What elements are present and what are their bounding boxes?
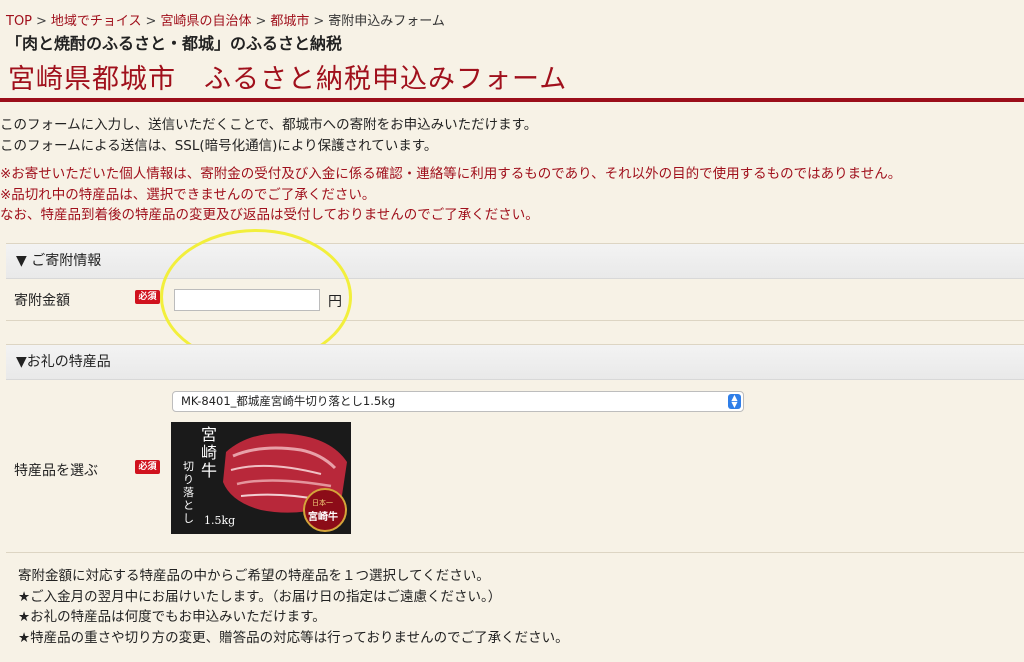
intro-text: このフォームに入力し、送信いただくことで、都城市への寄附をお申込みいただけます。… [0, 115, 1024, 226]
donation-amount-input[interactable] [174, 289, 320, 311]
breadcrumb-current: 寄附申込みフォーム [328, 14, 445, 29]
privacy-notice: ※お寄せいただいた個人情報は、寄附金の受付及び入金に係る確認・連絡等に利用するも… [0, 166, 902, 182]
gift-notes: 寄附金額に対応する特産品の中からご希望の特産品を１つ選択してください。 ★ご入金… [18, 566, 569, 648]
note-line: ★お礼の特産品は何度でもお申込みいただけます。 [18, 609, 326, 625]
page-title: 宮崎県都城市 ふるさと納税申込みフォーム [8, 64, 568, 95]
yen-unit: 円 [328, 294, 342, 310]
product-sub-text: 切り落とし [183, 460, 194, 525]
product-title-text: 宮崎牛 [201, 425, 218, 480]
section-divider [6, 320, 1024, 321]
breadcrumb-top-link[interactable]: TOP [6, 14, 32, 29]
note-line: ★特産品の重さや切り方の変更、贈答品の対応等は行っておりませんのでご了承ください… [18, 629, 569, 646]
gift-select[interactable]: MK-8401_都城産宮崎牛切り落とし1.5kg ▲ ▼ [172, 391, 744, 412]
donation-section-header: ▼ ご寄附情報 [6, 244, 1024, 279]
breadcrumb-miyakonojo-link[interactable]: 都城市 [270, 14, 309, 29]
breadcrumb-separator: > [36, 14, 47, 29]
section-divider [6, 552, 1024, 553]
product-weight-text: 1.5kg [204, 514, 236, 527]
donation-amount-label: 寄附金額 [14, 293, 70, 309]
breadcrumb: TOP > 地域でチョイス > 宮崎県の自治体 > 都城市 > 寄附申込みフォーム [6, 10, 445, 29]
breadcrumb-miyazaki-link[interactable]: 宮崎県の自治体 [160, 14, 251, 29]
chevron-updown-icon: ▲ ▼ [728, 394, 741, 409]
product-seal-main: 宮崎牛 [308, 512, 338, 523]
return-notice: なお、特産品到着後の特産品の変更及び返品は受付しておりませんのでご了承ください。 [0, 207, 539, 223]
required-badge: 必須 [135, 290, 160, 304]
soldout-notice: ※品切れ中の特産品は、選択できませんのでご了承ください。 [0, 186, 376, 203]
gift-select-value: MK-8401_都城産宮崎牛切り落とし1.5kg [181, 394, 396, 408]
product-seal-top: 日本一 [312, 499, 333, 507]
breadcrumb-choice-link[interactable]: 地域でチョイス [51, 14, 142, 29]
product-image: 宮崎牛 切り落とし 1.5kg 日本一 宮崎牛 [171, 422, 351, 534]
intro-line: このフォームに入力し、送信いただくことで、都城市への寄附をお申込みいただけます。 [0, 117, 538, 133]
breadcrumb-separator: > [313, 14, 325, 29]
breadcrumb-separator: > [145, 14, 157, 29]
note-line: 寄附金額に対応する特産品の中からご希望の特産品を１つ選択してください。 [18, 568, 490, 584]
required-badge: 必須 [135, 460, 160, 474]
breadcrumb-separator: > [255, 14, 267, 29]
note-line: ★ご入金月の翌月中にお届けいたします。（お届け日の指定はご遠慮ください。） [18, 588, 502, 605]
gift-section-header: ▼お礼の特産品 [6, 345, 1024, 380]
intro-line: このフォームによる送信は、SSL(暗号化通信)により保護されています。 [0, 137, 438, 154]
title-divider [0, 98, 1024, 102]
gift-select-label: 特産品を選ぶ [14, 463, 98, 479]
page-subtitle: 「肉と焼酎のふるさと・都城」のふるさと納税 [6, 34, 343, 53]
